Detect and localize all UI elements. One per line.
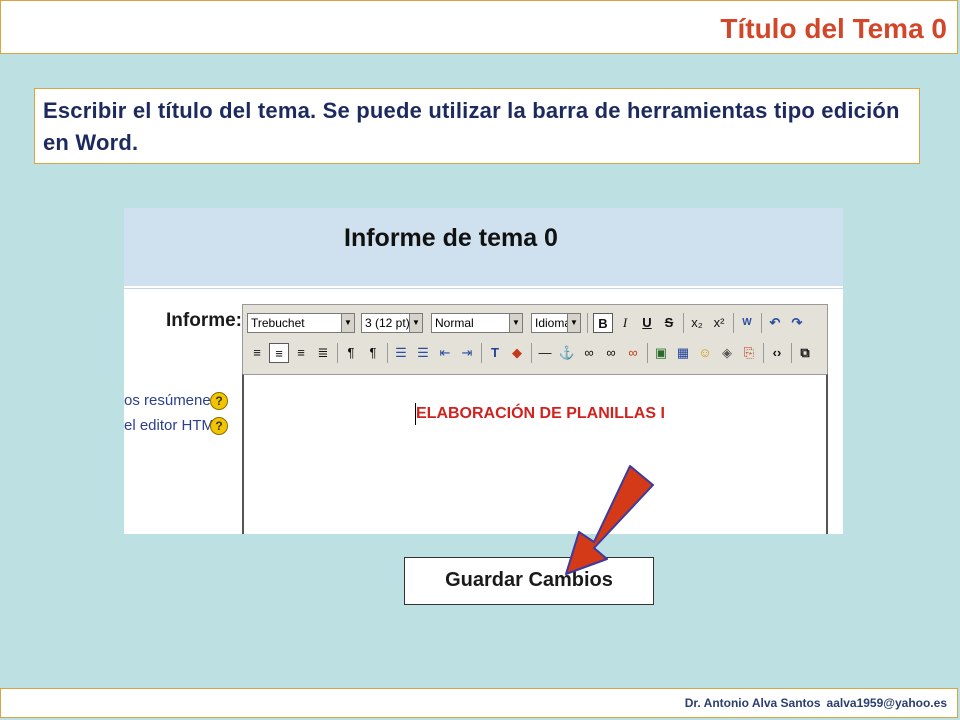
author-email: aalva1959@yahoo.es: [826, 696, 947, 710]
footer-bar: Dr. Antonio Alva Santos aalva1959@yahoo.e…: [0, 688, 958, 718]
pointer-arrow-icon: [565, 465, 654, 575]
footer-credit: Dr. Antonio Alva Santos aalva1959@yahoo.e…: [679, 696, 947, 710]
author-name: Dr. Antonio Alva Santos: [684, 696, 821, 710]
